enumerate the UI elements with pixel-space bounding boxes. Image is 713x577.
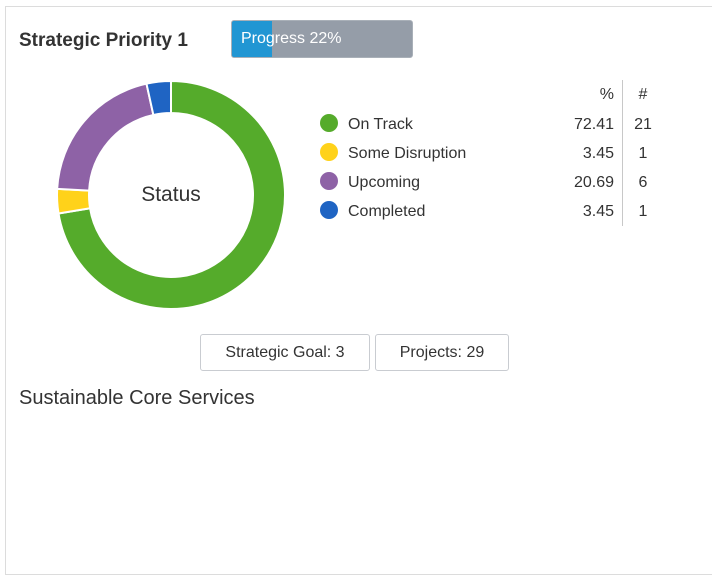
percent-header: % — [536, 80, 623, 110]
count-header: # — [638, 86, 648, 103]
strategic-goal-button[interactable]: Strategic Goal: 3 — [200, 334, 370, 371]
legend-label: Some Disruption — [348, 144, 467, 162]
legend-row-completed[interactable]: Completed 3.45 1 — [320, 197, 663, 226]
legend-row-some-disruption[interactable]: Some Disruption 3.45 1 — [320, 139, 663, 168]
legend-count: 1 — [638, 202, 648, 220]
strategic-goal-name: Sustainable Core Services — [19, 387, 255, 409]
legend-count: 6 — [638, 173, 648, 191]
legend-label: On Track — [348, 115, 413, 133]
legend-dot-completed — [320, 201, 338, 220]
donut-slice-upcoming[interactable] — [56, 82, 155, 192]
progress-label: Progress 22% — [241, 30, 342, 47]
legend-header-row: % # — [320, 80, 663, 110]
legend-dot-upcoming — [320, 172, 338, 191]
legend-count: 21 — [634, 115, 652, 133]
card-title: Strategic Priority 1 — [19, 30, 188, 51]
legend-label: Upcoming — [348, 173, 421, 191]
legend-dot-some-disruption — [320, 143, 338, 162]
legend-percent: 3.45 — [536, 139, 623, 168]
legend-row-on-track[interactable]: On Track 72.41 21 — [320, 110, 663, 139]
status-donut-chart — [46, 70, 296, 320]
legend-dot-on-track — [320, 114, 338, 133]
status-donut-svg — [56, 79, 286, 310]
legend-row-upcoming[interactable]: Upcoming 20.69 6 — [320, 168, 663, 197]
projects-button[interactable]: Projects: 29 — [375, 334, 509, 371]
legend-percent: 20.69 — [536, 168, 623, 197]
progress-bar: Progress 22% — [231, 20, 413, 58]
donut-slice-some-disruption[interactable] — [56, 187, 92, 215]
status-legend-table: % # On Track 72.41 21 Some Disruption 3.… — [320, 80, 663, 226]
legend-percent: 72.41 — [536, 110, 623, 139]
legend-percent: 3.45 — [536, 197, 623, 226]
legend-label: Completed — [348, 202, 426, 220]
legend-count: 1 — [638, 144, 648, 162]
